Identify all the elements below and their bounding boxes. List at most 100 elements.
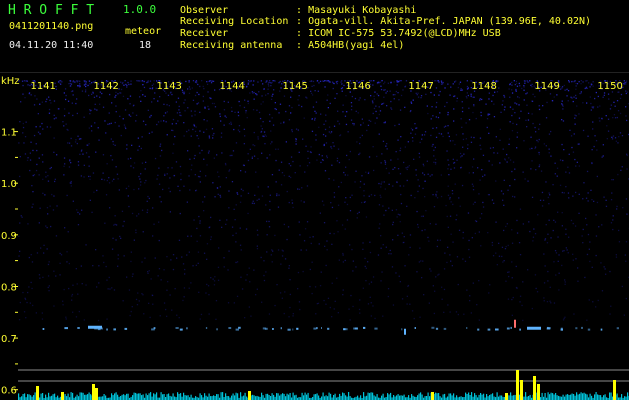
- noise-dot: [122, 225, 124, 227]
- noise-dot: [211, 102, 214, 105]
- noise-dot: [166, 256, 168, 258]
- noise-dot: [145, 161, 147, 163]
- noise-dot: [141, 80, 144, 82]
- noise-dot: [257, 158, 259, 160]
- noise-dot: [245, 112, 247, 114]
- noise-dot: [398, 80, 400, 82]
- noise-dot: [604, 268, 606, 270]
- trace-bar: [183, 392, 185, 400]
- noise-dot: [371, 80, 373, 82]
- noise-dot: [386, 143, 388, 145]
- noise-dot: [41, 122, 43, 125]
- trace-peak: [505, 393, 508, 400]
- noise-dot: [374, 317, 376, 320]
- noise-dot: [587, 192, 589, 194]
- noise-dot: [149, 316, 151, 319]
- noise-dot: [245, 110, 247, 112]
- noise-dot: [314, 90, 316, 92]
- noise-dot: [621, 285, 623, 288]
- noise-dot: [320, 161, 322, 164]
- noise-dot: [478, 280, 480, 282]
- noise-dot: [553, 219, 555, 221]
- noise-dot: [527, 180, 529, 182]
- noise-dot: [430, 270, 432, 272]
- noise-dot: [219, 194, 221, 197]
- trace-peak: [248, 391, 251, 400]
- noise-dot: [65, 94, 67, 97]
- noise-dot: [109, 93, 111, 96]
- noise-dot: [516, 136, 518, 138]
- trace-bar: [460, 396, 462, 400]
- noise-dot: [176, 314, 178, 316]
- noise-dot: [460, 89, 462, 91]
- noise-dot: [297, 271, 300, 274]
- noise-dot: [413, 158, 415, 160]
- noise-dot: [199, 222, 201, 224]
- noise-dot: [433, 312, 435, 315]
- noise-dot: [280, 263, 282, 265]
- noise-dot: [24, 297, 26, 299]
- noise-dot: [602, 144, 604, 146]
- trace-bar: [478, 394, 480, 400]
- noise-dot: [138, 300, 140, 302]
- noise-dot: [460, 118, 462, 120]
- noise-dot: [493, 116, 496, 118]
- noise-dot: [138, 175, 140, 178]
- noise-dot: [253, 155, 256, 157]
- noise-dot: [83, 319, 85, 321]
- noise-dot: [413, 317, 415, 320]
- noise-dot: [470, 312, 472, 314]
- noise-dot: [235, 232, 237, 234]
- noise-dot: [570, 135, 573, 137]
- noise-dot: [509, 185, 511, 187]
- noise-dot: [279, 80, 281, 83]
- noise-dot: [545, 145, 547, 147]
- noise-dot: [276, 284, 278, 286]
- noise-dot: [323, 144, 325, 146]
- noise-dot: [375, 105, 377, 107]
- noise-dot: [154, 257, 156, 259]
- noise-dot: [348, 308, 350, 310]
- noise-dot: [197, 251, 200, 253]
- noise-dot: [219, 115, 221, 118]
- noise-dot: [244, 171, 247, 173]
- noise-dot: [399, 149, 401, 152]
- noise-dot: [321, 155, 323, 157]
- trace-bar: [586, 394, 588, 400]
- noise-dot: [88, 127, 90, 129]
- noise-dot: [333, 125, 336, 127]
- trace-bar: [411, 394, 413, 400]
- noise-dot: [365, 216, 368, 218]
- noise-dot: [323, 123, 325, 125]
- info-location: Receiving Location: Ogata-vill. Akita-Pr…: [180, 16, 592, 27]
- noise-dot: [169, 177, 171, 179]
- noise-dot: [606, 138, 608, 140]
- noise-dot: [166, 134, 168, 136]
- noise-dot: [188, 287, 190, 289]
- noise-dot: [284, 258, 287, 260]
- noise-dot: [288, 119, 291, 121]
- noise-dot: [246, 274, 248, 276]
- noise-dot: [183, 102, 185, 104]
- noise-dot: [550, 130, 552, 133]
- noise-dot: [253, 131, 255, 134]
- noise-dot: [68, 142, 71, 144]
- echo-streak: [510, 326, 512, 329]
- trace-bar: [169, 395, 171, 400]
- trace-bar: [22, 394, 24, 400]
- noise-dot: [499, 139, 501, 141]
- noise-dot: [240, 188, 243, 190]
- noise-dot: [349, 319, 351, 321]
- noise-dot: [19, 156, 21, 158]
- noise-dot: [367, 124, 370, 126]
- noise-dot: [223, 109, 226, 111]
- noise-dot: [559, 159, 562, 161]
- noise-dot: [26, 301, 28, 304]
- noise-dot: [20, 215, 22, 217]
- noise-dot: [115, 239, 117, 241]
- noise-dot: [479, 98, 481, 100]
- noise-dot: [493, 103, 495, 105]
- noise-dot: [181, 256, 183, 258]
- trace-bar: [114, 393, 116, 400]
- noise-dot: [322, 133, 325, 136]
